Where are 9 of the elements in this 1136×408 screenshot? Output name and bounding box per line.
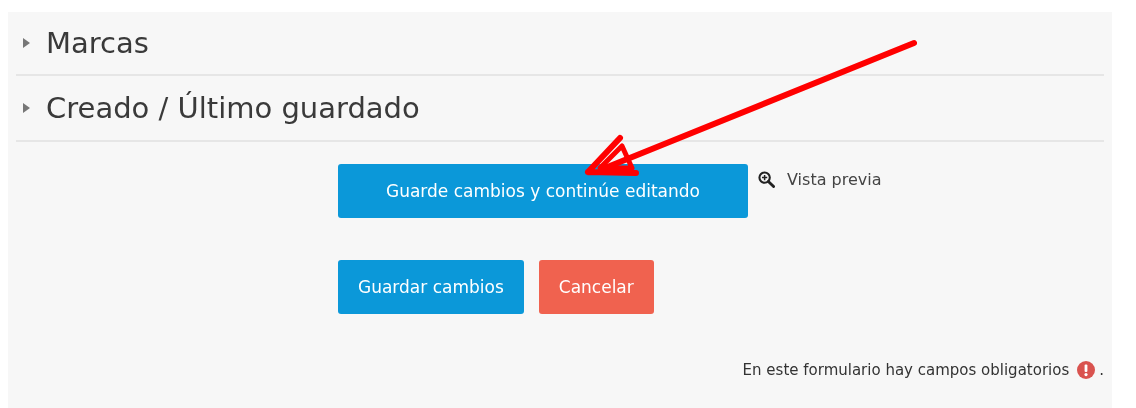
expand-arrow-icon[interactable] xyxy=(22,103,30,113)
section-heading[interactable]: Marcas xyxy=(46,26,149,60)
preview-link[interactable]: Vista previa xyxy=(787,170,882,189)
section-heading[interactable]: Creado / Último guardado xyxy=(46,91,420,125)
required-icon xyxy=(1077,361,1096,379)
expand-arrow-icon[interactable] xyxy=(22,38,30,48)
period-text: . xyxy=(1099,361,1104,379)
zoom-in-icon[interactable] xyxy=(758,171,775,188)
required-fields-note: En este formulario hay campos obligatorios xyxy=(742,361,1070,379)
